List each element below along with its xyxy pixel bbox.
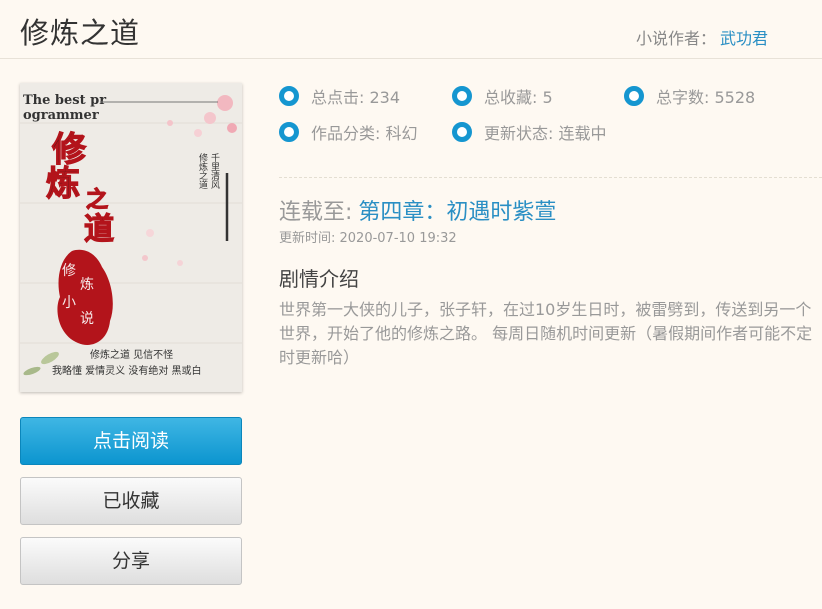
- latest-chapter: 连载至: 第四章：初遇时紫萱: [279, 194, 556, 226]
- author-name-link[interactable]: 武功君: [720, 29, 768, 48]
- cover-top-text-2: ogrammer: [23, 108, 99, 123]
- circle-bullet-icon: [452, 122, 472, 142]
- stat-favorites: 总收藏: 5: [452, 85, 553, 107]
- stat-word-count: 总字数: 5528: [624, 85, 755, 107]
- cover-right-columns: 修炼之道 千里清风: [197, 152, 220, 190]
- cover-title-char-3: 之: [86, 187, 108, 213]
- synopsis-title: 剧情介绍: [279, 267, 359, 291]
- share-button[interactable]: 分享: [20, 537, 242, 585]
- circle-bullet-icon: [452, 86, 472, 106]
- cover-right-col-1: 修炼之道: [197, 152, 208, 190]
- cover-top-text-1: The best pr: [23, 93, 106, 108]
- book-cover[interactable]: The best pr ogrammer 修 炼 之 道 修 炼 小 说 修炼之…: [20, 83, 242, 392]
- latest-label: 连载至:: [279, 200, 353, 225]
- circle-bullet-icon: [279, 122, 299, 142]
- favorited-button[interactable]: 已收藏: [20, 477, 242, 525]
- book-detail-page: 修炼之道 小说作者： 武功君 The best pr ogrammer 修 炼 …: [0, 0, 822, 609]
- header: 修炼之道 小说作者： 武功君: [0, 0, 822, 59]
- circle-bullet-icon: [624, 86, 644, 106]
- divider: [279, 177, 822, 178]
- stat-category: 作品分类: 科幻: [279, 121, 417, 143]
- cover-bottom-line-2: 我略懂 爱情灵义 没有绝对 黑或白: [52, 364, 202, 377]
- stat-favorites-text: 总收藏: 5: [484, 88, 553, 107]
- page-title: 修炼之道: [20, 16, 141, 50]
- read-button[interactable]: 点击阅读: [20, 417, 242, 465]
- cover-title-char-4: 道: [84, 212, 114, 247]
- stat-status-text: 更新状态: 连载中: [484, 124, 607, 143]
- seal-char-2: 炼: [80, 277, 94, 293]
- latest-chapter-link[interactable]: 第四章：初遇时紫萱: [358, 200, 556, 225]
- author-info: 小说作者： 武功君: [636, 25, 768, 49]
- stat-category-text: 作品分类: 科幻: [311, 124, 418, 143]
- seal-char-4: 说: [80, 311, 94, 327]
- cover-right-col-2: 千里清风: [209, 153, 220, 190]
- stat-word-count-text: 总字数: 5528: [656, 88, 756, 107]
- stat-clicks-text: 总点击: 234: [311, 88, 401, 107]
- update-time: 更新时间: 2020-07-10 19:32: [279, 231, 457, 246]
- seal-char-3: 小: [62, 295, 76, 311]
- author-label: 小说作者：: [635, 29, 716, 48]
- stat-clicks: 总点击: 234: [279, 85, 400, 107]
- circle-bullet-icon: [279, 86, 299, 106]
- cover-title-char-2: 炼: [46, 164, 80, 204]
- synopsis-text: 世界第一大侠的儿子，张子轩，在过10岁生日时，被雷劈到，传送到另一个世界，开始了…: [279, 300, 813, 367]
- stat-status: 更新状态: 连载中: [452, 121, 606, 143]
- seal-char-1: 修: [62, 263, 76, 279]
- cover-bottom-line-1: 修炼之道 见信不怪: [90, 348, 173, 361]
